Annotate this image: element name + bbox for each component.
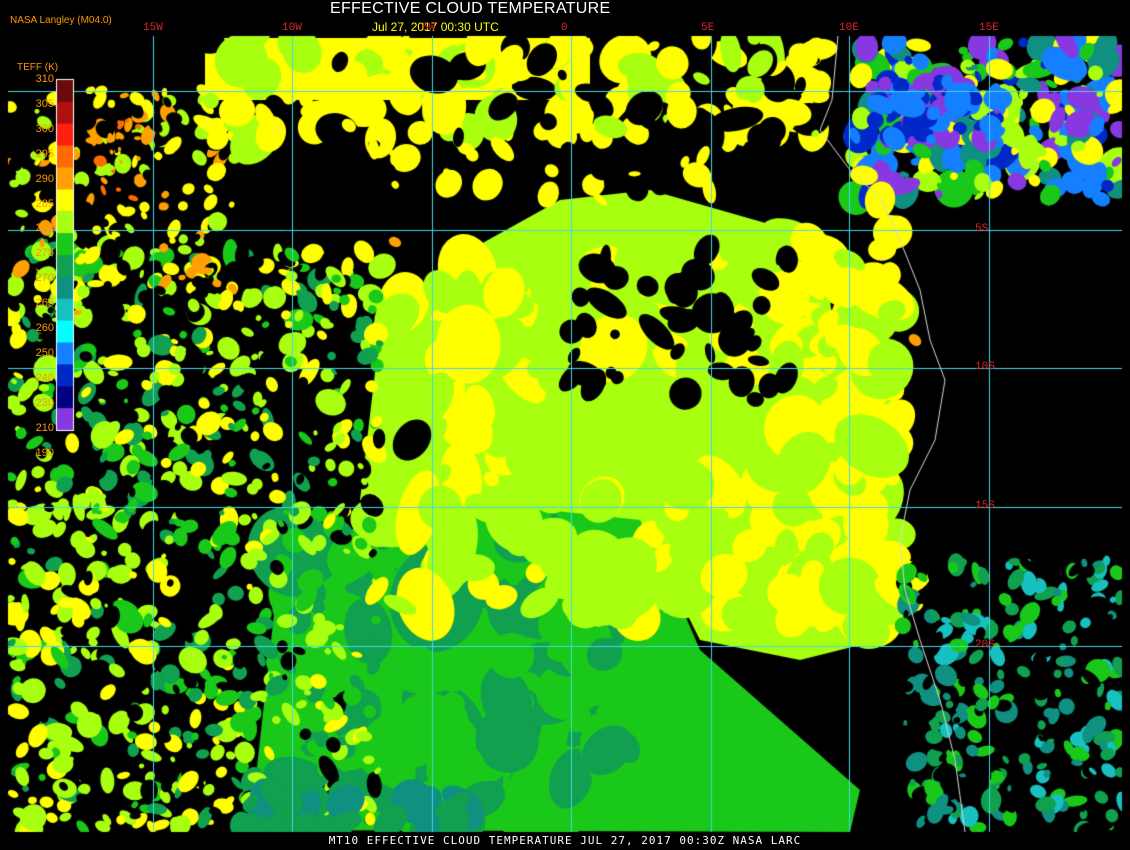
colorbar-tick-label: 210 — [35, 421, 54, 434]
colorbar-tick-label: 290 — [35, 172, 54, 185]
latitude-label: 10S — [975, 361, 995, 373]
longitude-label: 0 — [561, 22, 568, 34]
map-title: EFFECTIVE CLOUD TEMPERATURE — [330, 0, 611, 17]
colorbar-tick-label: 305 — [35, 97, 54, 110]
longitude-label: 5E — [701, 22, 715, 34]
colorbar-tick-label: 270 — [35, 272, 54, 285]
legend-title: TEFF (K) — [17, 62, 59, 73]
latitude-label: 5S — [975, 223, 989, 235]
source-label: NASA Langley (M04.0) — [10, 15, 112, 26]
colorbar-tick-label: 250 — [35, 346, 54, 359]
longitude-label: 5W — [422, 22, 436, 34]
colorbar-tick-label: 285 — [35, 197, 54, 210]
footer-caption: MT10 EFFECTIVE CLOUD TEMPERATURE JUL 27,… — [328, 834, 802, 847]
colorbar-tick-label: 275 — [35, 247, 54, 260]
colorbar-tick-label: 295 — [35, 147, 54, 160]
latitude-label: 15S — [975, 500, 995, 512]
longitude-label: 10E — [839, 22, 859, 34]
colorbar-tick-label: 300 — [35, 122, 54, 135]
colorbar-tick-label: 260 — [35, 322, 54, 334]
cloud-temperature-map — [0, 0, 1130, 850]
colorbar-tick-label: 310 — [35, 73, 54, 85]
latitude-label: 20S — [975, 639, 995, 651]
map-timestamp: Jul 27, 2017 00:30 UTC — [372, 20, 499, 34]
colorbar-tick-label: 280 — [35, 222, 54, 235]
longitude-label: 15W — [143, 22, 163, 34]
colorbar-tick-label: 230 — [35, 396, 54, 409]
colorbar-tick-label: 240 — [35, 371, 54, 384]
colorbar-tick-label: 190 — [35, 446, 54, 459]
longitude-label: 10W — [282, 22, 302, 34]
longitude-label: 15E — [979, 22, 999, 34]
colorbar-tick-label: 265 — [35, 297, 54, 310]
